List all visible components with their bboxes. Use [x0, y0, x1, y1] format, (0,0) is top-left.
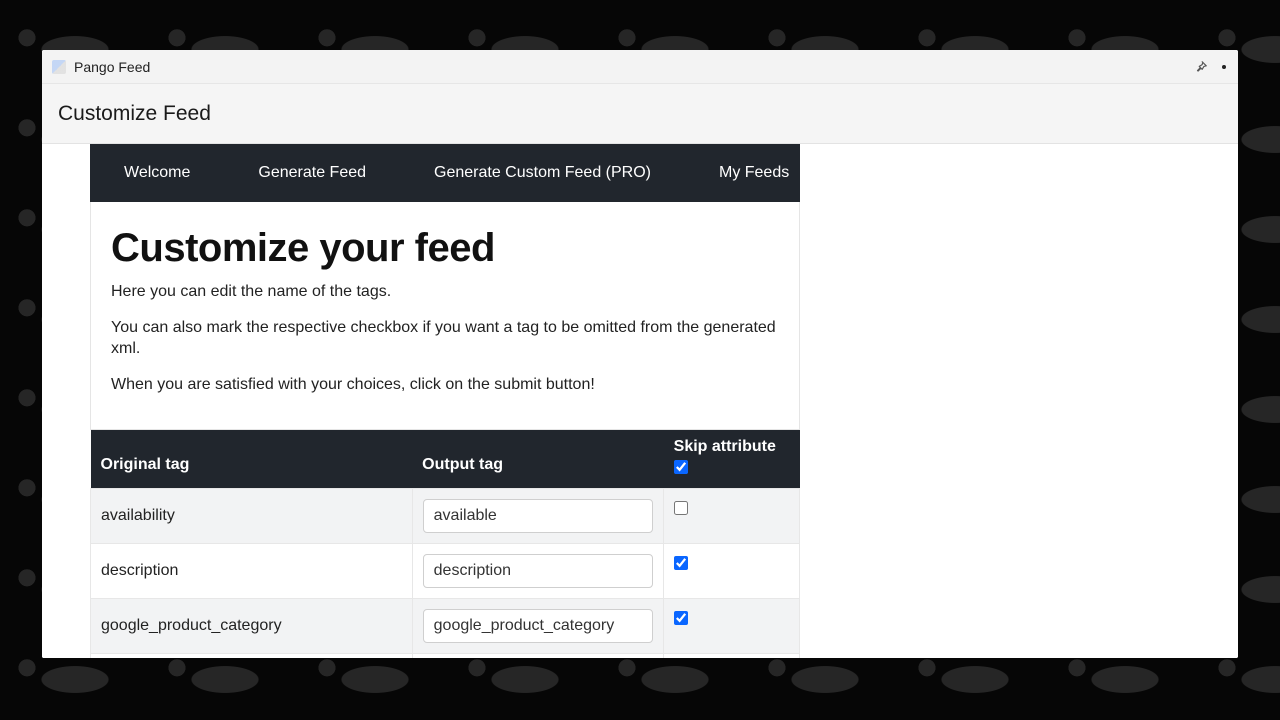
- skip-checkbox[interactable]: [674, 611, 688, 625]
- cell-skip: [664, 654, 800, 658]
- app-window: Pango Feed Customize Feed Welcome Genera…: [42, 50, 1238, 658]
- skip-checkbox[interactable]: [674, 501, 688, 515]
- output-tag-input[interactable]: [423, 609, 653, 643]
- cell-output-tag: [412, 489, 663, 544]
- intro-card: Customize your feed Here you can edit th…: [90, 202, 800, 430]
- skip-checkbox[interactable]: [674, 556, 688, 570]
- cell-output-tag: [412, 599, 663, 654]
- table-row: variant_id: [91, 654, 800, 658]
- output-tag-input[interactable]: [423, 554, 653, 588]
- app-icon: [52, 60, 66, 74]
- th-skip: Skip attribute: [664, 430, 800, 489]
- th-original: Original tag: [91, 430, 413, 489]
- card-paragraph-3: When you are satisfied with your choices…: [111, 374, 779, 396]
- app-title: Pango Feed: [74, 59, 150, 75]
- title-bar: Pango Feed: [42, 50, 1238, 84]
- card-paragraph-1: Here you can edit the name of the tags.: [111, 281, 779, 303]
- cell-original-tag: google_product_category: [91, 599, 413, 654]
- cell-skip: [664, 489, 800, 544]
- th-output: Output tag: [412, 430, 663, 489]
- pin-icon[interactable]: [1194, 60, 1208, 74]
- cell-output-tag: [412, 654, 663, 658]
- tab-welcome[interactable]: Welcome: [90, 144, 224, 202]
- th-skip-label: Skip attribute: [674, 438, 776, 456]
- cell-original-tag: variant_id: [91, 654, 413, 658]
- output-tag-input[interactable]: [423, 499, 653, 533]
- table-row: description: [91, 544, 800, 599]
- table-header-row: Original tag Output tag Skip attribute: [91, 430, 800, 489]
- card-paragraph-2: You can also mark the respective checkbo…: [111, 317, 779, 360]
- tab-my-feeds[interactable]: My Feeds: [685, 144, 823, 202]
- tags-table: Original tag Output tag Skip attribute a…: [90, 430, 800, 658]
- page-title: Customize Feed: [58, 102, 211, 126]
- tab-bar: Welcome Generate Feed Generate Custom Fe…: [90, 144, 800, 202]
- cell-original-tag: description: [91, 544, 413, 599]
- table-row: google_product_category: [91, 599, 800, 654]
- skip-all-checkbox[interactable]: [674, 460, 688, 474]
- card-heading: Customize your feed: [111, 226, 779, 271]
- tab-generate-feed[interactable]: Generate Feed: [224, 144, 400, 202]
- cell-output-tag: [412, 544, 663, 599]
- cell-skip: [664, 544, 800, 599]
- tab-generate-custom[interactable]: Generate Custom Feed (PRO): [400, 144, 685, 202]
- page-header: Customize Feed: [42, 84, 1238, 144]
- overflow-dot-icon[interactable]: [1222, 65, 1226, 69]
- cell-skip: [664, 599, 800, 654]
- content-area: Welcome Generate Feed Generate Custom Fe…: [42, 144, 1238, 658]
- table-row: availability: [91, 489, 800, 544]
- cell-original-tag: availability: [91, 489, 413, 544]
